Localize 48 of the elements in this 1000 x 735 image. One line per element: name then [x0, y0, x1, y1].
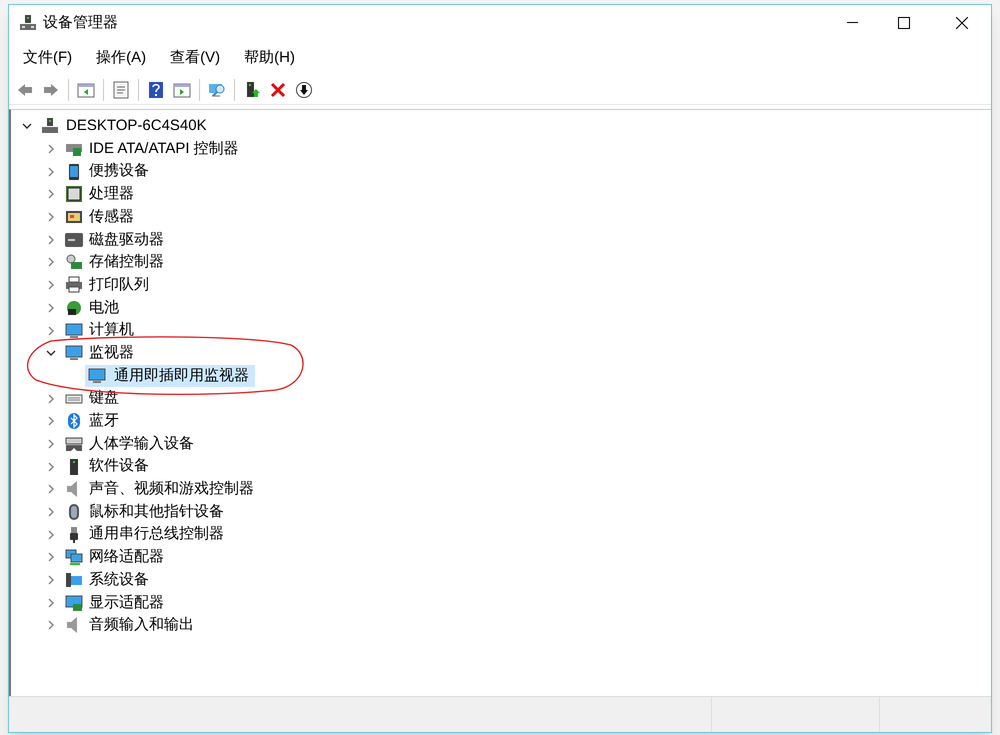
window-title: 设备管理器 [43, 12, 118, 33]
menu-item[interactable]: 查看(V) [158, 43, 232, 73]
tree-item[interactable]: 显示适配器 [89, 592, 164, 614]
tree-item[interactable]: 通用即插即用监视器 [85, 364, 255, 387]
tree-item[interactable]: 处理器 [89, 183, 134, 206]
menu-item[interactable]: 文件(F) [11, 43, 84, 73]
tree-item[interactable]: DESKTOP-6C4S40K [66, 115, 207, 138]
bluetooth-icon [65, 412, 83, 430]
tree-item[interactable]: 便携设备 [89, 160, 149, 183]
close-icon [956, 17, 968, 29]
tree-item[interactable]: 鼠标和其他指针设备 [89, 500, 224, 524]
minimize-icon [846, 22, 858, 24]
window-pane-icon [77, 80, 95, 98]
tree-item[interactable]: 软件设备 [89, 455, 149, 478]
tree-item[interactable]: 音频输入和输出 [89, 614, 194, 637]
tree-item[interactable]: 传感器 [89, 206, 134, 228]
maximize-icon [898, 17, 910, 29]
tree-item[interactable]: 电池 [89, 296, 119, 320]
device-manager-icon [19, 14, 37, 32]
tree-item[interactable]: 监视器 [89, 342, 134, 364]
tree-item[interactable]: 通用串行总线控制器 [89, 523, 224, 546]
menu-item[interactable]: 操作(A) [84, 43, 158, 73]
computer-tower-icon [41, 117, 59, 136]
chip-icon [65, 185, 83, 204]
computer-icon [65, 322, 83, 340]
disk-drive-icon [65, 230, 83, 249]
tree-item[interactable]: 打印队列 [89, 274, 149, 296]
properties-icon [112, 80, 130, 98]
printer-icon [65, 276, 83, 294]
help-icon [147, 80, 165, 98]
window-pane-icon [173, 80, 191, 98]
display-adapter-icon [65, 594, 83, 612]
tree-item[interactable]: 系统设备 [89, 568, 149, 592]
tree-item[interactable]: 磁盘驱动器 [89, 228, 164, 252]
tree-item[interactable]: 存储控制器 [89, 251, 164, 274]
tree-item[interactable]: 网络适配器 [89, 546, 164, 569]
system-icon [65, 571, 83, 590]
network-icon [65, 548, 83, 566]
monitor-icon [65, 344, 83, 362]
tree-item[interactable]: 人体学输入设备 [89, 432, 194, 456]
delete-icon [269, 80, 287, 98]
tree-item[interactable]: 计算机 [89, 319, 134, 342]
download-circle-icon [295, 80, 313, 98]
tree-item[interactable]: 声音、视频和游戏控制器 [89, 478, 254, 501]
tree-item[interactable]: IDE ATA/ATAPI 控制器 [89, 138, 239, 160]
monitor-icon [88, 366, 106, 385]
menu-item[interactable]: 帮助(H) [232, 43, 307, 73]
tree-item[interactable]: 蓝牙 [89, 410, 119, 433]
